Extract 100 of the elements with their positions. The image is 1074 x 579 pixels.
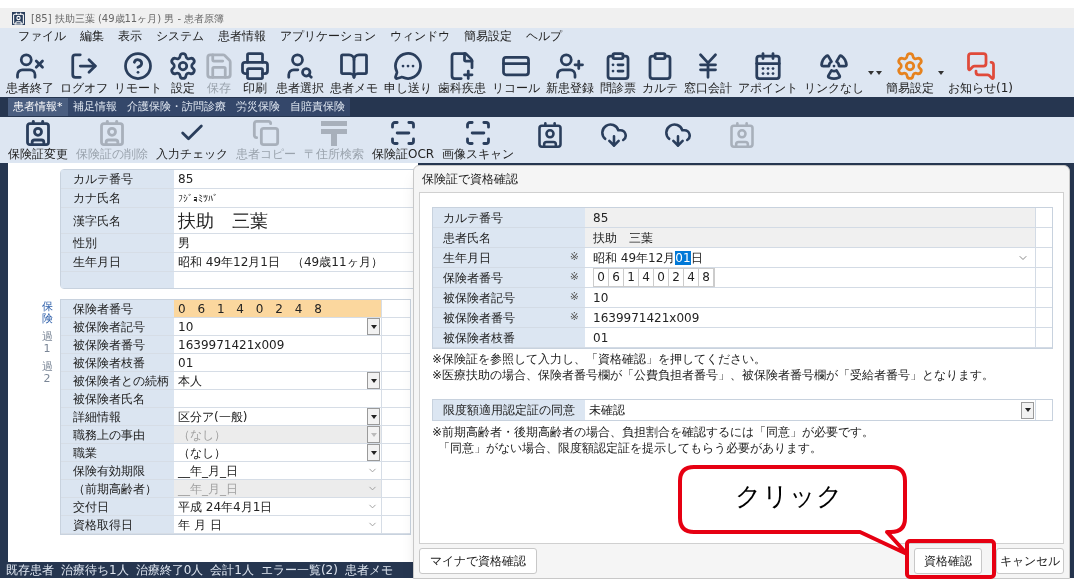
field-label: 職務上の事由 (61, 426, 174, 443)
side-tab[interactable]: 過2 (40, 361, 54, 386)
input-field[interactable]: 0 6 1 4 0 2 4 8 (174, 300, 381, 317)
field-value: 男 (177, 235, 191, 252)
field-label: 被保険者氏名 (61, 390, 174, 407)
field-label: 生年月日 (443, 249, 492, 267)
field-label: 被保険者枝番 (61, 354, 174, 371)
toolbar-button[interactable]: 患者選択 (274, 51, 326, 97)
tab[interactable]: 介護保険・訪問診療 (121, 98, 231, 116)
toolbar-button[interactable]: 簡易設定 (884, 51, 936, 97)
id-card-add-icon (24, 119, 52, 147)
side-tab[interactable]: 保険 (40, 301, 54, 326)
readonly-field: 85 (585, 208, 1035, 227)
toolbar-button[interactable]: リコール (490, 51, 542, 97)
menu-item[interactable]: ヘルプ (526, 29, 562, 44)
user-remove-icon (15, 51, 45, 81)
status-text: 患者メモ (344, 563, 393, 577)
menu-item[interactable]: システム (156, 29, 204, 44)
field-label: 漢字氏名 (61, 208, 174, 233)
settings-icon (895, 51, 925, 81)
toolbar-button[interactable]: 問診票 (598, 51, 638, 97)
toolbar-button[interactable]: 歯科疾患 (436, 51, 488, 97)
toolbar-button[interactable]: 保険証OCR (372, 119, 435, 163)
cancel-button[interactable]: キャンセル (996, 548, 1064, 574)
toolbar-button[interactable]: カルテ (640, 51, 680, 97)
toolbar-button[interactable]: 入力チェック (156, 119, 228, 163)
menu-item[interactable]: 患者情報 (218, 29, 266, 44)
toolbar-button[interactable]: 患者メモ (328, 51, 380, 97)
required-mark: ※ (569, 289, 579, 306)
menu-item[interactable]: 表示 (118, 29, 142, 44)
menu-item[interactable]: 編集 (80, 29, 104, 44)
logout-icon (69, 51, 99, 81)
printer-icon (240, 51, 270, 81)
calendar-icon (753, 51, 783, 81)
status-text: 治療終了0人 (135, 563, 204, 577)
side-tab[interactable]: 過1 (40, 331, 54, 356)
verify-button[interactable]: 資格確認 (914, 548, 982, 574)
tab[interactable]: 自賠責保険 (284, 98, 350, 116)
toolbar-button[interactable]: 設定 (166, 51, 200, 97)
field-label: 被保険者記号 (61, 318, 174, 335)
chat-bubbles-icon (965, 51, 996, 81)
callout-text: クリック (735, 480, 843, 513)
book-icon (339, 51, 369, 81)
menu-item[interactable]: アプリケーション (280, 29, 376, 44)
field-label: 被保険者との続柄 (61, 372, 174, 389)
help-icon (123, 51, 153, 81)
field-value: 扶助 三葉 (177, 209, 269, 233)
toolbar-button[interactable]: アポイント (736, 51, 800, 97)
settings-icon (168, 51, 198, 81)
note-text: ※前期高齢者・後期高齢者の場合、負担割合を確認するには「同意」が必要です。 (432, 424, 876, 440)
user-add-icon (555, 51, 585, 81)
field-label: 保険者番号 (443, 269, 504, 287)
mynumber-verify-button[interactable]: マイナで資格確認 (419, 548, 537, 574)
scanner-icon (389, 119, 418, 147)
toolbar-button[interactable]: 申し送り (382, 51, 434, 97)
speech-bubble-icon (393, 51, 423, 81)
toolbar-button[interactable]: 保険証変更 (8, 119, 68, 163)
toolbar-button[interactable]: 印刷 (238, 51, 272, 97)
toolbar-button[interactable]: 患者終了 (4, 51, 56, 97)
cloud-download-icon[interactable] (600, 121, 629, 149)
note-text: ※医療扶助の場合、保険者番号欄が「公費負担者番号」、被保険者番号欄が「受給者番号」となります。 (432, 367, 996, 383)
required-mark: ※ (569, 269, 579, 286)
field-label: カルテ番号 (443, 209, 504, 227)
field-label: 被保険者枝番 (443, 329, 516, 347)
tab[interactable]: 補足情報 (67, 98, 122, 116)
tab[interactable]: 患者情報* (8, 98, 68, 116)
toolbar-button[interactable]: 新患登録 (544, 51, 596, 97)
toolbar-button[interactable]: ログオフ (58, 51, 110, 97)
scanner-icon (464, 119, 493, 147)
copy-icon (252, 119, 280, 147)
field-label: 詳細情報 (61, 408, 174, 425)
status-text: エラー一覧(2) (260, 563, 338, 577)
field-label: 職業 (61, 444, 174, 461)
toolbar-button[interactable]: リンクなし (802, 51, 866, 97)
dialog-title: 保険証で資格確認 (422, 171, 518, 188)
cloud-download-icon[interactable] (664, 121, 693, 149)
user-search-icon (285, 51, 315, 81)
save-icon (204, 51, 234, 81)
field-label: 被保険者番号 (61, 336, 174, 353)
id-card-icon[interactable] (536, 121, 565, 149)
toolbar-button[interactable]: 画像スキャン (442, 119, 515, 163)
field-label: 患者氏名 (443, 229, 492, 247)
menu-item[interactable]: 簡易設定 (464, 29, 512, 44)
field-label: カルテ番号 (61, 170, 174, 188)
caret-icon[interactable] (938, 71, 944, 75)
field-label: （前期高齢者） (61, 480, 174, 497)
required-mark: ※ (569, 309, 579, 326)
toolbar-button[interactable]: お知らせ(1) (946, 51, 1015, 97)
toolbar-button[interactable]: 窓口会計 (682, 51, 734, 97)
field-label: 性別 (61, 234, 174, 252)
tab[interactable]: 労災保険 (230, 98, 285, 116)
field-label: 保険有効期限 (61, 462, 174, 479)
field-label: 資格取得日 (61, 516, 174, 533)
toolbar-button[interactable]: リモート (112, 51, 164, 97)
field-label: 被保険者記号 (443, 289, 516, 307)
readonly-field: 扶助 三葉 (585, 228, 1035, 247)
menu-item[interactable]: ファイル (18, 29, 66, 44)
postal-mark-icon (319, 119, 349, 147)
app-icon (12, 11, 25, 25)
menu-item[interactable]: ウィンドウ (390, 29, 450, 44)
